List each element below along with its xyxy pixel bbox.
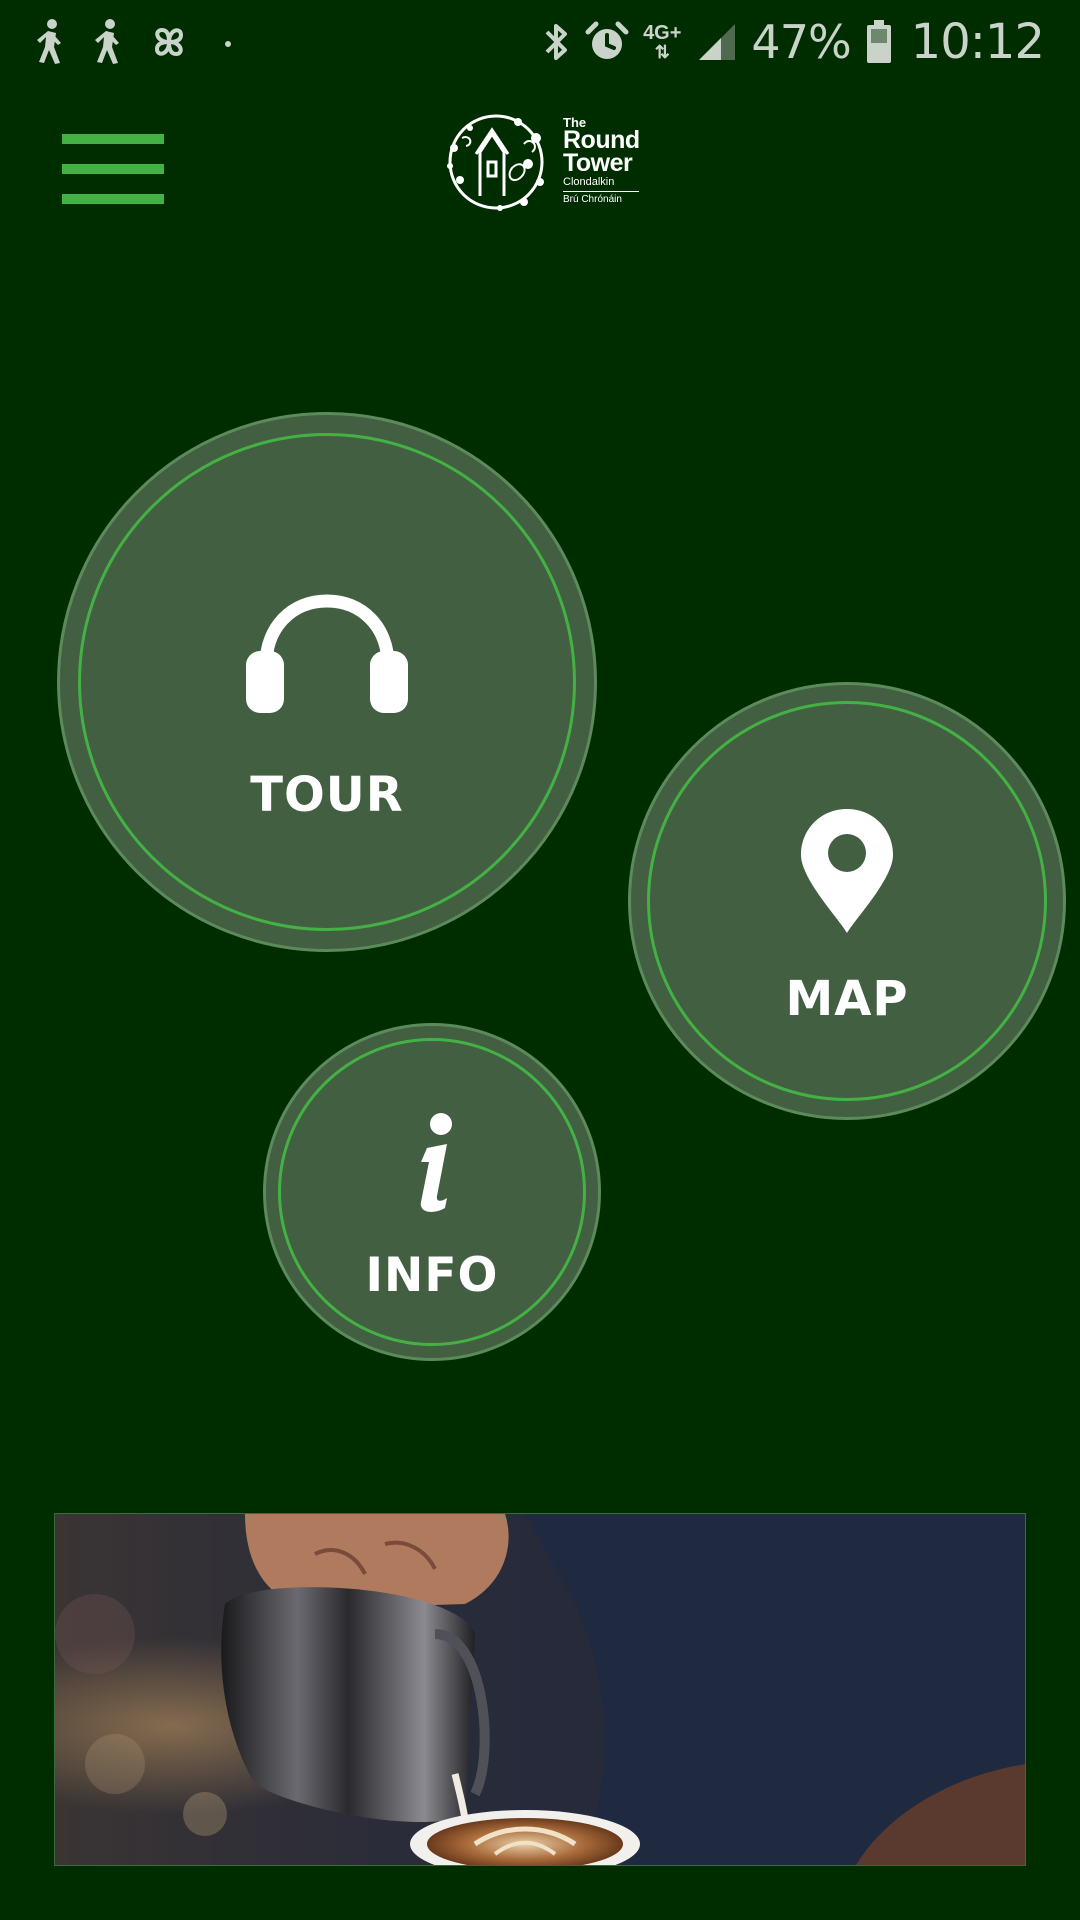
logo-line-place: Clondalkin [563,176,615,188]
banner-image[interactable] [54,1513,1026,1866]
headphones-icon [244,591,410,722]
logo-text: The Round Tower Clondalkin Brú Chrónáin [563,116,640,205]
status-bar: 4G+ ⇅ 47% 10:12 [0,0,1080,84]
map-pin-icon [799,807,895,942]
network-type-icon: 4G+ ⇅ [643,23,681,61]
walking-person-icon [30,17,70,67]
logo-line-tower: Tower [563,149,633,177]
menu-bar-bottom [62,194,164,204]
dot-icon [210,19,240,65]
map-label: MAP [785,971,909,1027]
walking-person-icon [88,17,128,67]
tour-button[interactable]: TOUR [57,412,597,952]
pinwheel-icon [146,19,192,65]
network-type-label: 4G+ [643,22,682,44]
logo-line-irish: Brú Chrónáin [563,194,622,205]
round-tower-emblem [447,114,544,211]
round-tower-logo: The Round Tower Clondalkin Brú Chrónáin [440,108,640,216]
battery-icon [865,19,893,65]
alarm-clock-icon [585,20,629,64]
info-icon [407,1112,457,1221]
menu-bar-top [62,134,164,144]
barista-pouring-latte-art-photo [55,1514,1025,1865]
home-screen: 4G+ ⇅ 47% 10:12 The Round Tower Clondalk… [0,0,1080,1920]
bluetooth-icon [543,20,571,64]
network-arrows: ⇅ [654,42,670,62]
signal-icon [695,20,737,64]
battery-percent: 47% [751,15,851,69]
info-button[interactable]: INFO [263,1023,601,1361]
hamburger-menu-icon[interactable] [62,134,164,204]
status-right-icons: 4G+ ⇅ 47% 10:12 [543,8,1045,76]
status-left-icons [30,12,240,72]
info-label: INFO [365,1248,499,1303]
menu-bar-middle [62,164,164,174]
clock-time: 10:12 [910,14,1045,70]
tour-label: TOUR [250,767,404,823]
logo-divider [563,191,639,192]
map-button[interactable]: MAP [628,682,1066,1120]
